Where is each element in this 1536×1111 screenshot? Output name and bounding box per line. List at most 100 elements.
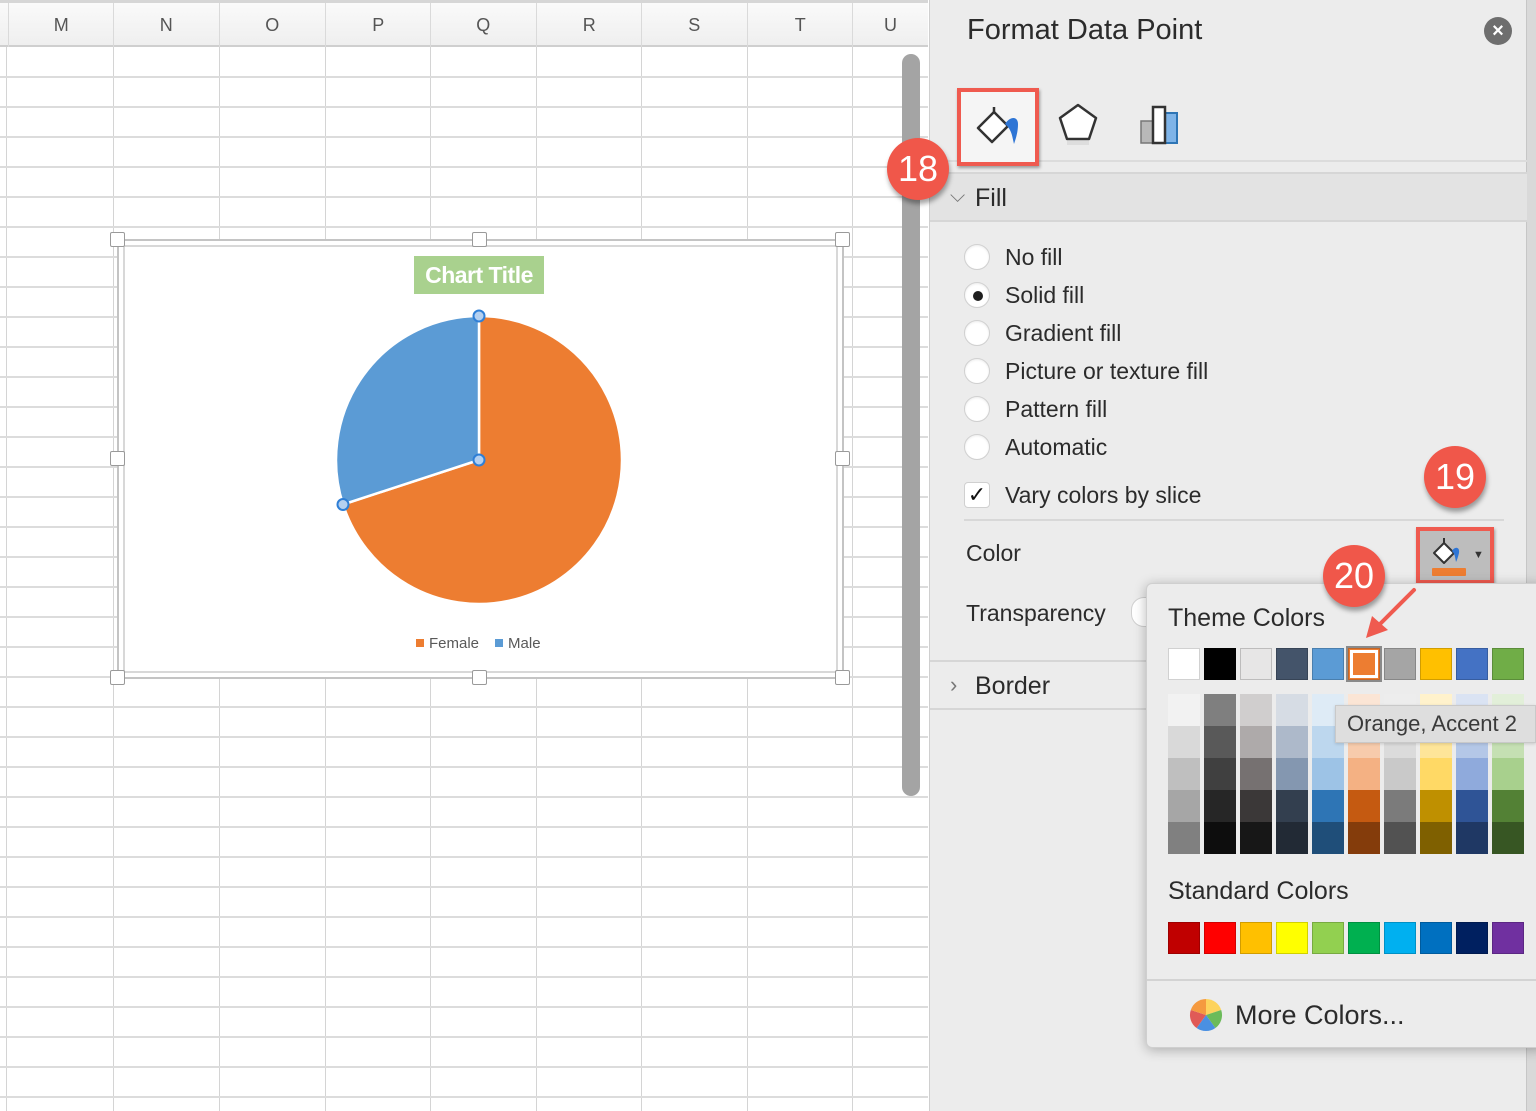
theme-shade-swatch[interactable]: [1456, 822, 1488, 854]
theme-shade-swatch[interactable]: [1204, 822, 1236, 854]
legend-item-male[interactable]: Male: [495, 635, 541, 652]
theme-shade-swatch[interactable]: [1420, 790, 1452, 822]
theme-color-swatch[interactable]: [1348, 648, 1380, 680]
tab-fill-and-line[interactable]: [957, 88, 1039, 166]
theme-shade-swatch[interactable]: [1384, 758, 1416, 790]
theme-shade-swatch[interactable]: [1276, 790, 1308, 822]
theme-shade-swatch[interactable]: [1492, 790, 1524, 822]
radio-button[interactable]: [964, 244, 990, 270]
radio-solid-fill[interactable]: Solid fill: [964, 279, 1084, 311]
theme-shade-swatch[interactable]: [1312, 790, 1344, 822]
resize-handle-top-left[interactable]: [110, 232, 125, 247]
column-header-n[interactable]: N: [113, 3, 219, 47]
theme-color-swatch[interactable]: [1384, 648, 1416, 680]
theme-color-swatch[interactable]: [1168, 648, 1200, 680]
radio-pattern-fill[interactable]: Pattern fill: [964, 393, 1107, 425]
resize-handle-left[interactable]: [110, 451, 125, 466]
theme-shade-swatch[interactable]: [1456, 758, 1488, 790]
standard-color-swatch[interactable]: [1204, 922, 1236, 954]
theme-shade-swatch[interactable]: [1240, 822, 1272, 854]
theme-shade-swatch[interactable]: [1348, 790, 1380, 822]
column-header-t[interactable]: T: [747, 3, 853, 47]
theme-shade-swatch[interactable]: [1168, 694, 1200, 726]
theme-color-swatch[interactable]: [1240, 648, 1272, 680]
more-colors-button[interactable]: More Colors...: [1189, 997, 1405, 1033]
standard-color-swatch[interactable]: [1276, 922, 1308, 954]
radio-gradient-fill[interactable]: Gradient fill: [964, 317, 1121, 349]
theme-shade-swatch[interactable]: [1348, 758, 1380, 790]
theme-shade-swatch[interactable]: [1384, 790, 1416, 822]
resize-handle-top-right[interactable]: [835, 232, 850, 247]
tab-effects[interactable]: [1038, 86, 1118, 162]
chart-title[interactable]: Chart Title: [414, 256, 544, 294]
radio-button[interactable]: [964, 396, 990, 422]
theme-shade-swatch[interactable]: [1204, 726, 1236, 758]
resize-handle-top[interactable]: [472, 232, 487, 247]
theme-shade-swatch[interactable]: [1420, 758, 1452, 790]
theme-shade-swatch[interactable]: [1168, 822, 1200, 854]
vary-colors-checkbox[interactable]: ✓: [964, 482, 990, 508]
theme-shade-swatch[interactable]: [1204, 694, 1236, 726]
column-header-o[interactable]: O: [219, 3, 325, 47]
theme-shade-swatch[interactable]: [1492, 758, 1524, 790]
radio-no-fill[interactable]: No fill: [964, 241, 1063, 273]
radio-button[interactable]: [964, 434, 990, 460]
standard-color-swatch[interactable]: [1168, 922, 1200, 954]
theme-color-swatch[interactable]: [1312, 648, 1344, 680]
theme-shade-swatch[interactable]: [1348, 822, 1380, 854]
column-header-s[interactable]: S: [641, 3, 747, 47]
theme-shade-swatch[interactable]: [1168, 790, 1200, 822]
theme-shade-swatch[interactable]: [1312, 822, 1344, 854]
column-header-p[interactable]: P: [325, 3, 431, 47]
resize-handle-bottom-right[interactable]: [835, 670, 850, 685]
resize-handle-bottom[interactable]: [472, 670, 487, 685]
radio-button-checked[interactable]: [964, 282, 990, 308]
theme-shade-swatch[interactable]: [1204, 790, 1236, 822]
fill-color-button[interactable]: ▼: [1416, 527, 1494, 584]
theme-shade-swatch[interactable]: [1204, 758, 1236, 790]
resize-handle-right[interactable]: [835, 451, 850, 466]
theme-shade-swatch[interactable]: [1420, 822, 1452, 854]
theme-color-swatch[interactable]: [1456, 648, 1488, 680]
theme-shade-swatch[interactable]: [1240, 694, 1272, 726]
column-header-u[interactable]: U: [852, 3, 928, 47]
theme-shade-swatch[interactable]: [1492, 822, 1524, 854]
theme-shade-swatch[interactable]: [1276, 726, 1308, 758]
standard-color-swatch[interactable]: [1420, 922, 1452, 954]
theme-color-swatch[interactable]: [1492, 648, 1524, 680]
theme-color-swatch[interactable]: [1204, 648, 1236, 680]
close-pane-button[interactable]: ×: [1484, 17, 1512, 45]
radio-button[interactable]: [964, 320, 990, 346]
standard-color-swatch[interactable]: [1312, 922, 1344, 954]
chart-legend[interactable]: Female Male: [416, 632, 541, 654]
theme-shade-swatch[interactable]: [1384, 822, 1416, 854]
theme-shade-swatch[interactable]: [1240, 758, 1272, 790]
tab-series-options[interactable]: [1120, 86, 1200, 162]
resize-handle-bottom-left[interactable]: [110, 670, 125, 685]
standard-color-swatch[interactable]: [1384, 922, 1416, 954]
standard-color-swatch[interactable]: [1240, 922, 1272, 954]
theme-shade-swatch[interactable]: [1276, 822, 1308, 854]
theme-shade-swatch[interactable]: [1168, 726, 1200, 758]
data-point-selection-handle-center[interactable]: [472, 453, 486, 467]
column-header-m[interactable]: M: [8, 3, 114, 47]
theme-shade-swatch[interactable]: [1312, 758, 1344, 790]
data-point-selection-handle-start[interactable]: [336, 497, 350, 511]
standard-color-swatch[interactable]: [1348, 922, 1380, 954]
radio-automatic[interactable]: Automatic: [964, 431, 1107, 463]
radio-button[interactable]: [964, 358, 990, 384]
theme-color-swatch[interactable]: [1420, 648, 1452, 680]
theme-color-swatch[interactable]: [1276, 648, 1308, 680]
data-point-selection-handle-end[interactable]: [472, 309, 486, 323]
column-header-q[interactable]: Q: [430, 3, 536, 47]
dropdown-arrow-icon[interactable]: ▼: [1473, 549, 1484, 561]
theme-shade-swatch[interactable]: [1276, 694, 1308, 726]
vary-colors-checkbox-row[interactable]: ✓ Vary colors by slice: [964, 478, 1201, 512]
column-header-r[interactable]: R: [536, 3, 642, 47]
theme-shade-swatch[interactable]: [1456, 790, 1488, 822]
theme-shade-swatch[interactable]: [1168, 758, 1200, 790]
radio-picture-texture-fill[interactable]: Picture or texture fill: [964, 355, 1208, 387]
theme-shade-swatch[interactable]: [1240, 726, 1272, 758]
standard-color-swatch[interactable]: [1492, 922, 1524, 954]
standard-color-swatch[interactable]: [1456, 922, 1488, 954]
